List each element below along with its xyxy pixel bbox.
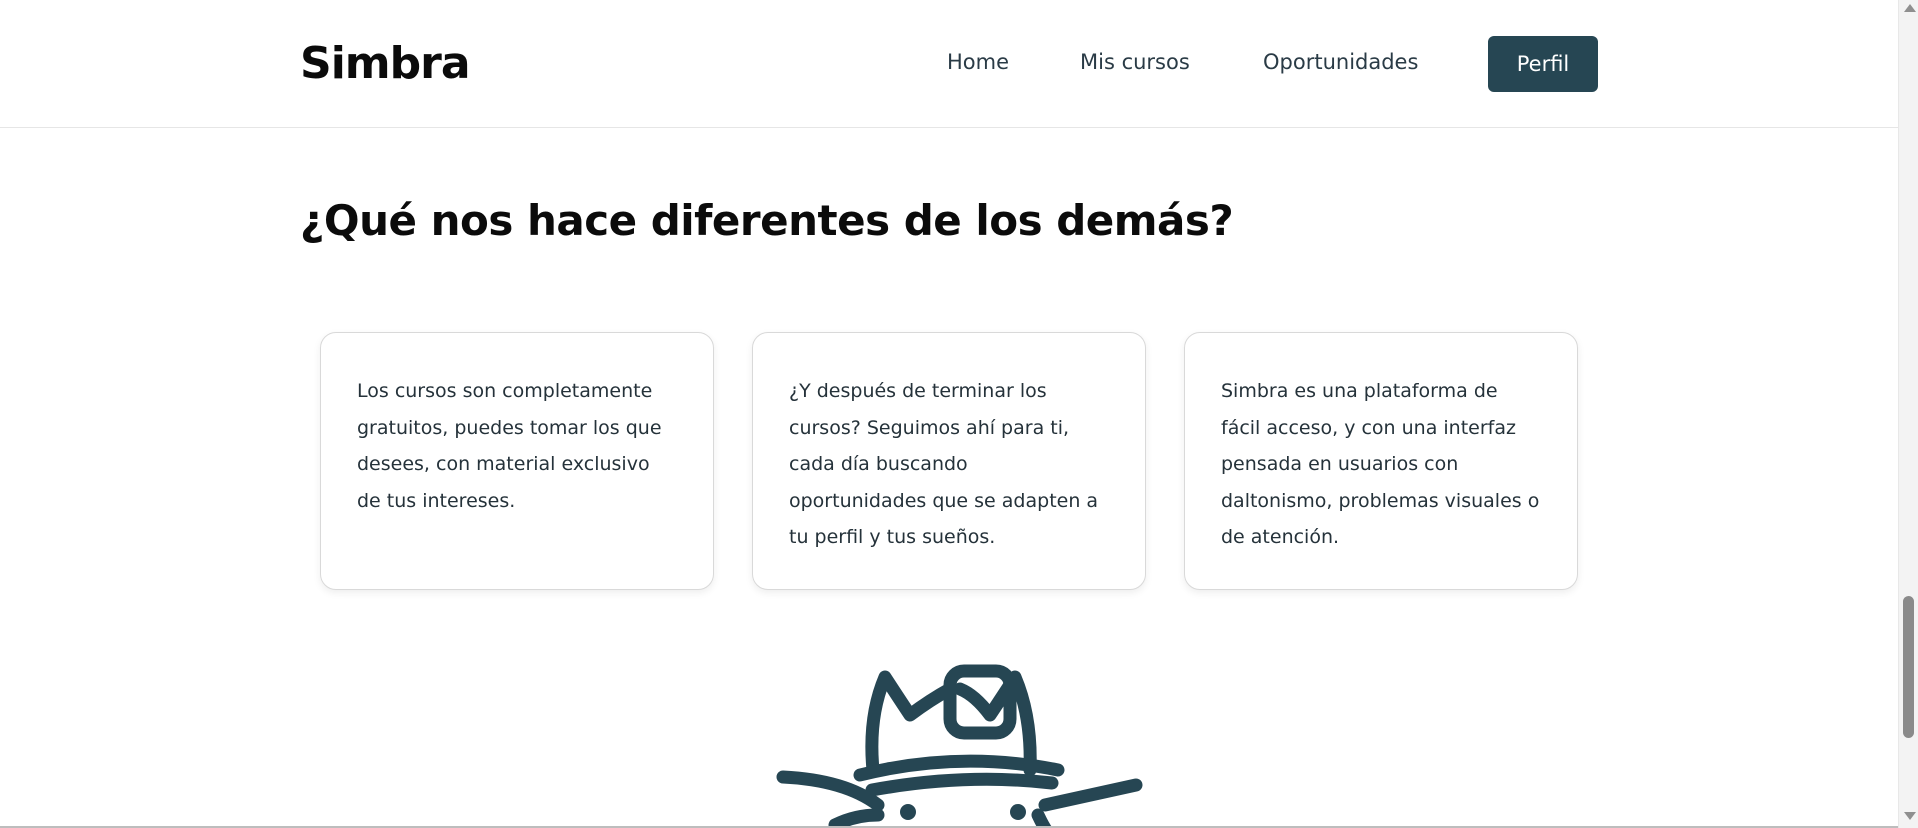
nav-link-opportunities[interactable]: Oportunidades [1263, 50, 1418, 74]
scroll-up-arrow-icon[interactable] [1904, 4, 1916, 12]
navbar: Simbra Home Mis cursos Oportunidades Per… [0, 0, 1898, 128]
section-title: ¿Qué nos hace diferentes de los demás? [300, 196, 1234, 245]
nav-link-my-courses[interactable]: Mis cursos [1080, 50, 1190, 74]
site-logo[interactable]: Simbra [300, 38, 471, 89]
nav-link-home[interactable]: Home [947, 50, 1009, 74]
feature-card: Simbra es una plataforma de fácil acceso… [1184, 332, 1578, 590]
profile-button[interactable]: Perfil [1488, 36, 1598, 92]
feature-card-text: Simbra es una plataforma de fácil acceso… [1221, 380, 1540, 548]
feature-card-text: ¿Y después de terminar los cursos? Segui… [789, 380, 1099, 548]
feature-card: ¿Y después de terminar los cursos? Segui… [752, 332, 1146, 590]
page-viewport: Simbra Home Mis cursos Oportunidades Per… [0, 0, 1898, 828]
scroll-down-arrow-icon[interactable] [1904, 812, 1916, 820]
scrollbar-thumb[interactable] [1903, 596, 1914, 738]
feature-card-text: Los cursos son completamente gratuitos, … [357, 380, 662, 512]
hat-mascot-illustration [776, 664, 1143, 828]
feature-card: Los cursos son completamente gratuitos, … [320, 332, 714, 590]
